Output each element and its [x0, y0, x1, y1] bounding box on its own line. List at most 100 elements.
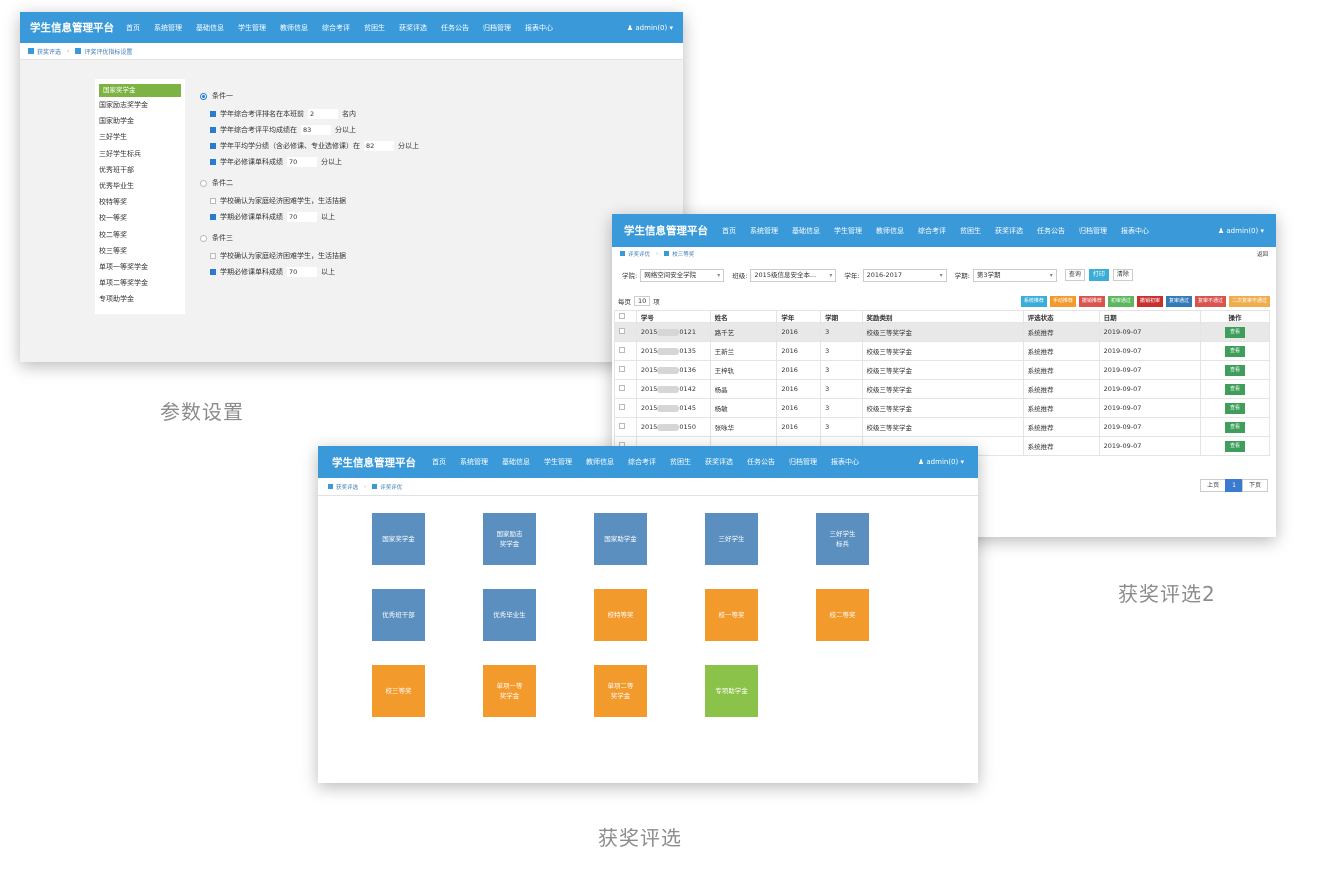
award-tile[interactable]: 单项一等 奖学金: [483, 665, 536, 717]
action-button[interactable]: 二次复审不通过: [1228, 295, 1270, 307]
brand-title[interactable]: 学生信息管理平台: [624, 223, 708, 238]
brand-title[interactable]: 学生信息管理平台: [30, 20, 114, 35]
page-size-select[interactable]: 10: [634, 296, 651, 306]
nav-item[interactable]: 教师信息: [280, 23, 308, 33]
print-button[interactable]: 打印: [1088, 269, 1109, 281]
action-button[interactable]: 系统推荐: [1020, 295, 1047, 307]
award-tile[interactable]: 专项助学金: [705, 665, 758, 717]
award-tile[interactable]: 优秀班干部: [372, 589, 425, 641]
nav-item[interactable]: 首页: [432, 457, 446, 467]
nav-item[interactable]: 获奖评选: [995, 226, 1023, 236]
nav-item[interactable]: 教师信息: [586, 457, 614, 467]
nav-item[interactable]: 综合考评: [628, 457, 656, 467]
table-row[interactable]: 2015 0135 王新兰 2016 3 校级三等奖学金 系统推荐 2019-09-07 查看: [614, 341, 1271, 361]
award-list-item[interactable]: 国家奖学金: [99, 84, 181, 97]
checkbox[interactable]: [210, 214, 216, 220]
table-row[interactable]: 2015 0145 杨敏 2016 3 校级三等奖学金 系统推荐 2019-09-07 查看: [614, 398, 1271, 418]
row-checkbox-cell[interactable]: [614, 360, 637, 380]
award-tile[interactable]: 校一等奖: [705, 589, 758, 641]
checkbox[interactable]: [210, 269, 216, 275]
row-checkbox-cell[interactable]: [614, 322, 637, 342]
nav-item[interactable]: 归档管理: [483, 23, 511, 33]
award-tile[interactable]: 优秀毕业生: [483, 589, 536, 641]
award-list-item[interactable]: 专项助学金: [95, 291, 185, 307]
row-checkbox[interactable]: [619, 404, 625, 410]
award-list-item[interactable]: 校三等奖: [95, 243, 185, 259]
view-button[interactable]: 查看: [1224, 364, 1245, 376]
checkbox[interactable]: [210, 111, 216, 117]
award-list-item[interactable]: 三好学生标兵: [95, 146, 185, 162]
threshold-input[interactable]: 82: [364, 141, 394, 151]
nav-item[interactable]: 任务公告: [1037, 226, 1065, 236]
table-row[interactable]: 2015 0142 杨晶 2016 3 校级三等奖学金 系统推荐 2019-09-07 查看: [614, 379, 1271, 399]
award-list-item[interactable]: 单项一等奖学金: [95, 259, 185, 275]
threshold-input[interactable]: 70: [287, 212, 317, 222]
row-checkbox[interactable]: [619, 328, 625, 334]
nav-item[interactable]: 贫困生: [364, 23, 385, 33]
nav-item[interactable]: 首页: [722, 226, 736, 236]
row-checkbox-cell[interactable]: [614, 398, 637, 418]
award-tile[interactable]: 校三等奖: [372, 665, 425, 717]
action-button[interactable]: 初审通过: [1107, 295, 1134, 307]
column-header[interactable]: [614, 310, 637, 323]
row-checkbox[interactable]: [619, 366, 625, 372]
threshold-input[interactable]: 70: [287, 267, 317, 277]
row-checkbox[interactable]: [619, 423, 625, 429]
nav-item[interactable]: 系统管理: [154, 23, 182, 33]
threshold-input[interactable]: 83: [301, 125, 331, 135]
award-list-item[interactable]: 校二等奖: [95, 227, 185, 243]
term-select[interactable]: 第3学期: [972, 268, 1057, 282]
breadcrumb-item[interactable]: 获奖评选: [336, 483, 358, 491]
table-row[interactable]: 2015 0121 路千艺 2016 3 校级三等奖学金 系统推荐 2019-09-07 查看: [614, 322, 1271, 342]
class-select[interactable]: 2015级信息安全本...: [750, 268, 837, 282]
row-checkbox[interactable]: [619, 385, 625, 391]
brand-title[interactable]: 学生信息管理平台: [332, 455, 416, 470]
nav-item[interactable]: 学生管理: [544, 457, 572, 467]
user-menu[interactable]: ♟ admin(0) ▾: [1218, 227, 1264, 235]
select-all-checkbox[interactable]: [619, 312, 625, 319]
award-list-item[interactable]: 优秀毕业生: [95, 178, 185, 194]
threshold-input[interactable]: 70: [287, 157, 317, 167]
award-list-item[interactable]: 国家助学金: [95, 113, 185, 129]
award-list-item[interactable]: 三好学生: [95, 129, 185, 145]
nav-item[interactable]: 获奖评选: [399, 23, 427, 33]
current-page[interactable]: 1: [1225, 479, 1243, 492]
nav-item[interactable]: 学生管理: [238, 23, 266, 33]
table-row[interactable]: 2015 0136 王梓轨 2016 3 校级三等奖学金 系统推荐 2019-09-07 查看: [614, 360, 1271, 380]
checkbox[interactable]: [210, 159, 216, 165]
award-tile[interactable]: 三好学生 标兵: [816, 513, 869, 565]
college-select[interactable]: 网络空间安全学院: [640, 268, 725, 282]
nav-item[interactable]: 贫困生: [670, 457, 691, 467]
action-button[interactable]: 复审不通过: [1194, 295, 1226, 307]
radio-icon[interactable]: [200, 179, 207, 187]
award-tile[interactable]: 校特等奖: [594, 589, 647, 641]
checkbox[interactable]: [210, 143, 216, 149]
view-button[interactable]: 查看: [1224, 421, 1245, 433]
user-menu[interactable]: ♟ admin(0) ▾: [627, 24, 673, 32]
nav-item[interactable]: 综合考评: [918, 226, 946, 236]
next-page-button[interactable]: 下页: [1241, 479, 1268, 492]
nav-item[interactable]: 任务公告: [747, 457, 775, 467]
nav-item[interactable]: 基础信息: [792, 226, 820, 236]
nav-item[interactable]: 归档管理: [789, 457, 817, 467]
nav-item[interactable]: 首页: [126, 23, 140, 33]
nav-item[interactable]: 报表中心: [1121, 226, 1149, 236]
view-button[interactable]: 查看: [1224, 402, 1245, 414]
user-menu[interactable]: ♟ admin(0) ▾: [918, 458, 964, 466]
nav-item[interactable]: 学生管理: [834, 226, 862, 236]
award-tile[interactable]: 国家励志 奖学金: [483, 513, 536, 565]
checkbox[interactable]: [210, 253, 216, 259]
breadcrumb-item[interactable]: 获奖评选: [37, 47, 61, 56]
condition-title[interactable]: 条件三: [200, 232, 419, 244]
row-checkbox[interactable]: [619, 347, 625, 353]
action-button[interactable]: 手动推荐: [1049, 295, 1076, 307]
prev-page-button[interactable]: 上页: [1200, 479, 1227, 492]
action-button[interactable]: 撤销初审: [1136, 295, 1163, 307]
radio-icon[interactable]: [200, 234, 207, 242]
condition-title[interactable]: 条件二: [200, 177, 419, 189]
award-list-item[interactable]: 校一等奖: [95, 210, 185, 226]
view-button[interactable]: 查看: [1224, 345, 1245, 357]
nav-item[interactable]: 系统管理: [460, 457, 488, 467]
table-row[interactable]: 2015 0150 张咏华 2016 3 校级三等奖学金 系统推荐 2019-09-07 查看: [614, 417, 1271, 437]
nav-item[interactable]: 报表中心: [831, 457, 859, 467]
